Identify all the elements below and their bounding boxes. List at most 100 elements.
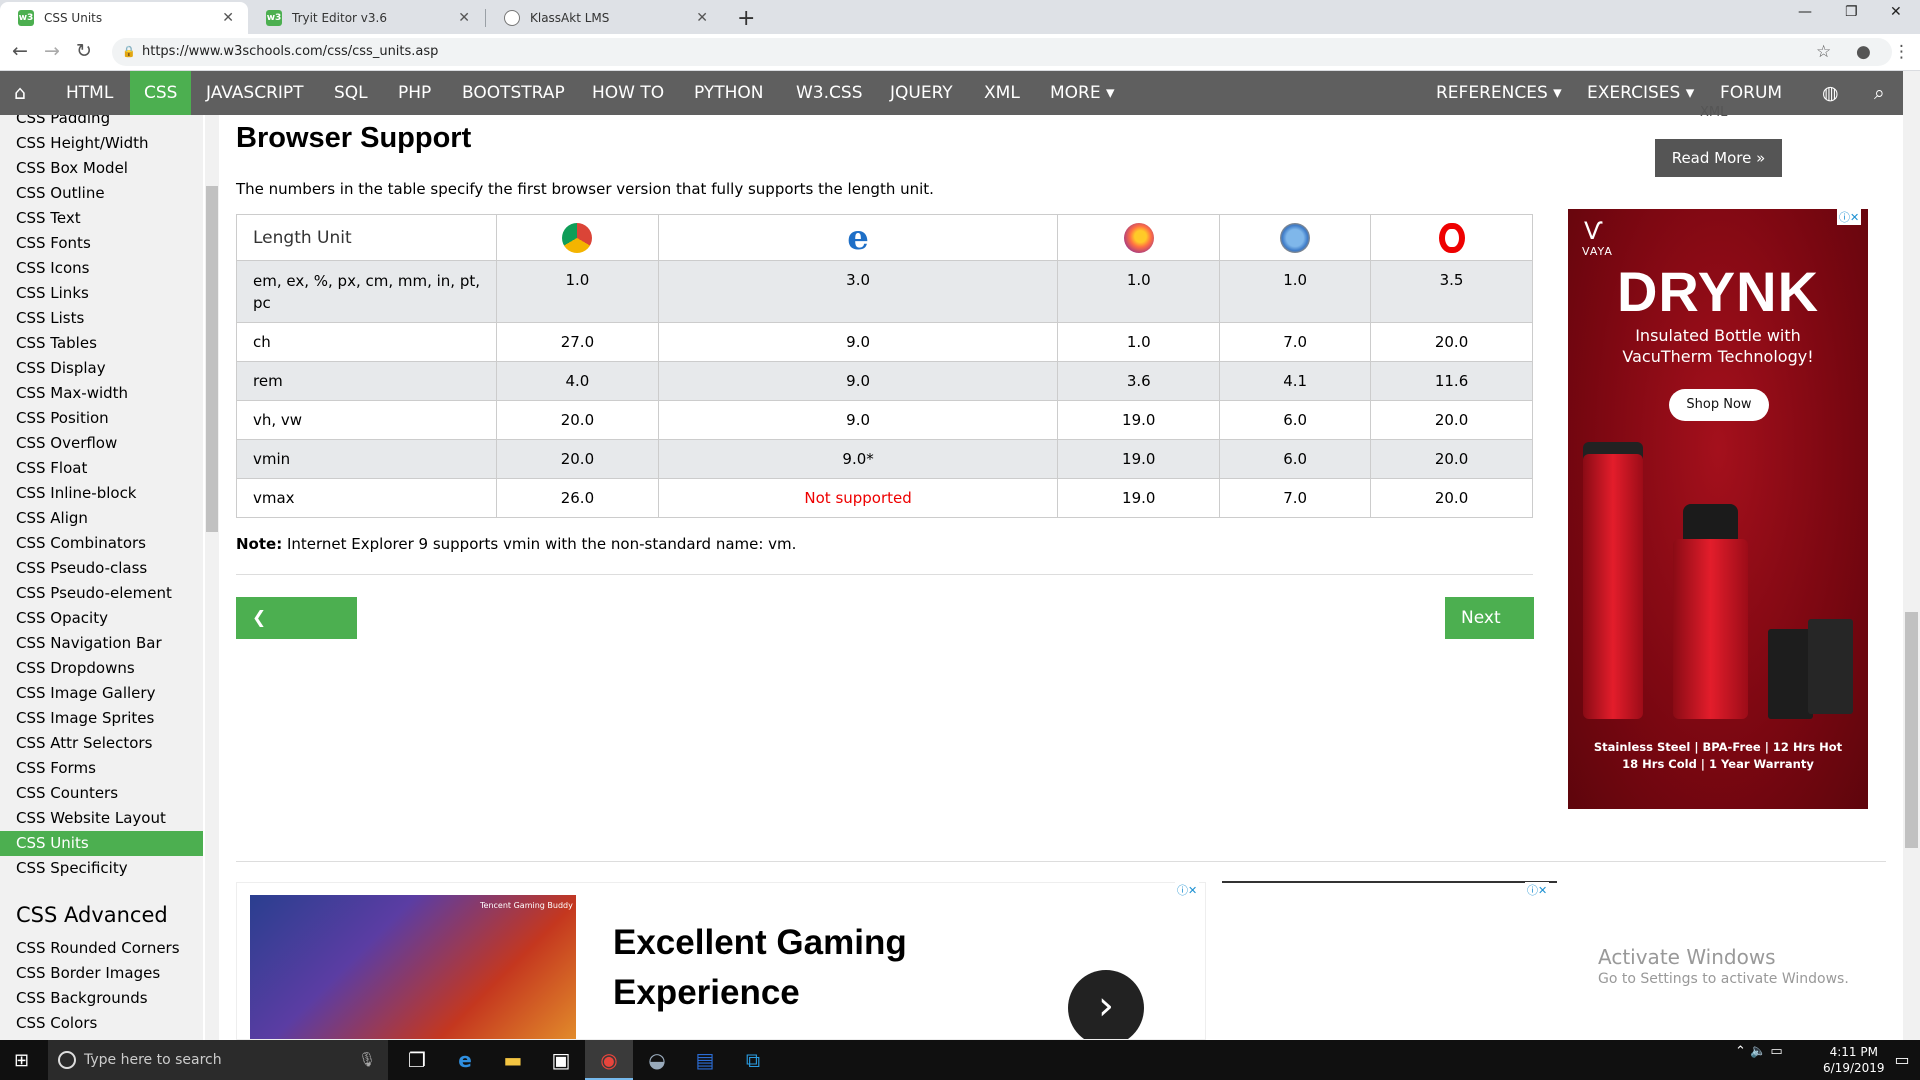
sidebar-item-navigation-bar[interactable]: CSS Navigation Bar	[16, 634, 162, 652]
close-tab-icon[interactable]: ✕	[696, 10, 708, 26]
globe-icon[interactable]: ◍	[1808, 71, 1853, 115]
app-taskbar-icon[interactable]: ◒	[633, 1040, 681, 1080]
sidebar-item-overflow[interactable]: CSS Overflow	[16, 434, 117, 452]
advertisement-gaming[interactable]: Tencent Gaming Buddy Excellent Gaming Ex…	[236, 882, 1206, 1040]
notifications-icon[interactable]: ▭	[1878, 1040, 1920, 1080]
sidebar-item-tables[interactable]: CSS Tables	[16, 334, 97, 352]
page-description: The numbers in the table specify the fir…	[236, 180, 934, 198]
profile-icon[interactable]: ●	[1856, 42, 1871, 62]
sidebar-item-box-model[interactable]: CSS Box Model	[16, 159, 128, 177]
sidebar-item-position[interactable]: CSS Position	[16, 409, 109, 427]
nav-css[interactable]: CSS	[130, 71, 192, 115]
sidebar-item-dropdowns[interactable]: CSS Dropdowns	[16, 659, 135, 677]
taskbar-clock[interactable]: 4:11 PM 6/19/2019	[1823, 1044, 1885, 1076]
taskbar-search-box[interactable]: Type here to search 🎙	[48, 1040, 388, 1080]
sidebar-item-max-width[interactable]: CSS Max-width	[16, 384, 128, 402]
nav-html[interactable]: HTML	[52, 71, 127, 115]
sidebar-item-align[interactable]: CSS Align	[16, 509, 88, 527]
table-cell: 20.0	[1370, 400, 1533, 440]
sidebar-item-forms[interactable]: CSS Forms	[16, 759, 96, 777]
advertisement-drynk[interactable]: Ѵ VAYA DRYNK Insulated Bottle with VacuT…	[1568, 209, 1868, 809]
page-scrollbar[interactable]	[1903, 71, 1920, 1040]
nav-w3css[interactable]: W3.CSS	[782, 71, 876, 115]
sidebar-item-image-sprites[interactable]: CSS Image Sprites	[16, 709, 154, 727]
nav-how-to[interactable]: HOW TO	[578, 71, 678, 115]
adchoices-icon[interactable]: ⓘ✕	[1175, 882, 1200, 898]
chrome-taskbar-icon[interactable]: ◉	[585, 1040, 633, 1080]
chevron-right-icon[interactable]: ›	[1068, 970, 1144, 1039]
sidebar-item-backgrounds[interactable]: CSS Backgrounds	[16, 989, 148, 1007]
nav-exercises[interactable]: EXERCISES ▾	[1573, 71, 1708, 115]
maximize-icon[interactable]: ❐	[1845, 4, 1858, 20]
system-tray-icons[interactable]: ⌃ 🔈 ▭	[1735, 1044, 1783, 1059]
close-tab-icon[interactable]: ✕	[458, 10, 470, 26]
microphone-icon[interactable]: 🎙	[358, 1040, 376, 1080]
sidebar-item-units[interactable]: CSS Units	[0, 831, 203, 856]
nav-sql[interactable]: SQL	[320, 71, 382, 115]
sidebar-item-float[interactable]: CSS Float	[16, 459, 87, 477]
nav-more[interactable]: MORE ▾	[1036, 71, 1129, 115]
sidebar-item-text[interactable]: CSS Text	[16, 209, 81, 227]
sidebar-item-height-width[interactable]: CSS Height/Width	[16, 134, 149, 152]
vscode-icon[interactable]: ⧉	[729, 1040, 777, 1080]
tab-klassakt[interactable]: KlassAkt LMS ✕	[486, 2, 722, 34]
back-icon[interactable]: ←	[12, 40, 28, 62]
store-icon[interactable]: ▣	[537, 1040, 585, 1080]
sidebar-item-pseudo-element[interactable]: CSS Pseudo-element	[16, 584, 172, 602]
nav-python[interactable]: PYTHON	[680, 71, 778, 115]
search-icon[interactable]: ⌕	[1860, 71, 1899, 115]
tab-css-units[interactable]: w3 CSS Units ✕	[0, 2, 248, 34]
sidebar-item-rounded-corners[interactable]: CSS Rounded Corners	[16, 939, 180, 957]
adchoices-icon[interactable]: ⓘ✕	[1525, 882, 1550, 898]
sidebar-item-colors[interactable]: CSS Colors	[16, 1014, 97, 1032]
sidebar-item-image-gallery[interactable]: CSS Image Gallery	[16, 684, 155, 702]
home-icon[interactable]: ⌂	[0, 71, 40, 115]
sidebar-item-icons[interactable]: CSS Icons	[16, 259, 89, 277]
nav-php[interactable]: PHP	[384, 71, 445, 115]
nav-javascript[interactable]: JAVASCRIPT	[192, 71, 318, 115]
bookmark-star-icon[interactable]: ☆	[1816, 42, 1831, 62]
table-cell: 20.0	[1370, 322, 1533, 362]
next-button[interactable]: Next ❯	[1445, 597, 1534, 670]
sidebar-item-fonts[interactable]: CSS Fonts	[16, 234, 91, 252]
sidebar-item-outline[interactable]: CSS Outline	[16, 184, 105, 202]
close-tab-icon[interactable]: ✕	[222, 10, 234, 26]
tab-tryit-editor[interactable]: w3 Tryit Editor v3.6 ✕	[248, 2, 484, 34]
file-explorer-icon[interactable]: ▬	[489, 1040, 537, 1080]
nav-bootstrap[interactable]: BOOTSTRAP	[448, 71, 579, 115]
sidebar-item-pseudo-class[interactable]: CSS Pseudo-class	[16, 559, 147, 577]
edge-taskbar-icon[interactable]: e	[441, 1040, 489, 1080]
sidebar-item-specificity[interactable]: CSS Specificity	[16, 859, 128, 877]
sidebar-item-inline-block[interactable]: CSS Inline-block	[16, 484, 137, 502]
sidebar-item-links[interactable]: CSS Links	[16, 284, 89, 302]
sidebar-item-display[interactable]: CSS Display	[16, 359, 106, 377]
sidebar-item-counters[interactable]: CSS Counters	[16, 784, 118, 802]
sidebar-item-opacity[interactable]: CSS Opacity	[16, 609, 108, 627]
adchoices-icon[interactable]: ⓘ✕	[1837, 209, 1862, 225]
word-doc-icon[interactable]: ▤	[681, 1040, 729, 1080]
shop-now-button[interactable]: Shop Now	[1669, 389, 1769, 421]
nav-jquery[interactable]: JQUERY	[876, 71, 967, 115]
sidebar-item-website-layout[interactable]: CSS Website Layout	[16, 809, 166, 827]
forward-icon[interactable]: →	[44, 40, 60, 62]
sidebar-scrollbar-thumb[interactable]	[206, 186, 218, 532]
nav-references[interactable]: REFERENCES ▾	[1422, 71, 1576, 115]
page-scrollbar-thumb[interactable]	[1905, 612, 1918, 848]
nav-xml[interactable]: XML	[970, 71, 1034, 115]
new-tab-icon[interactable]: +	[737, 6, 755, 31]
read-more-button[interactable]: Read More »	[1655, 139, 1782, 177]
windows-start-icon[interactable]: ⊞	[14, 1050, 29, 1071]
url-field[interactable]: 🔒 https://www.w3schools.com/css/css_unit…	[112, 38, 1892, 66]
table-cell: 19.0	[1057, 439, 1221, 479]
previous-button[interactable]: ❮ Previous	[236, 597, 357, 670]
sidebar-item-combinators[interactable]: CSS Combinators	[16, 534, 146, 552]
sidebar-item-attr-selectors[interactable]: CSS Attr Selectors	[16, 734, 152, 752]
close-window-icon[interactable]: ✕	[1890, 4, 1902, 20]
sidebar-item-border-images[interactable]: CSS Border Images	[16, 964, 160, 982]
sidebar-item-padding[interactable]: CSS Padding	[16, 115, 110, 127]
sidebar-item-lists[interactable]: CSS Lists	[16, 309, 84, 327]
minimize-icon[interactable]: —	[1798, 4, 1812, 20]
reload-icon[interactable]: ↻	[76, 40, 92, 62]
menu-icon[interactable]: ⋮	[1893, 42, 1910, 62]
task-view-icon[interactable]: ❐	[393, 1040, 441, 1080]
